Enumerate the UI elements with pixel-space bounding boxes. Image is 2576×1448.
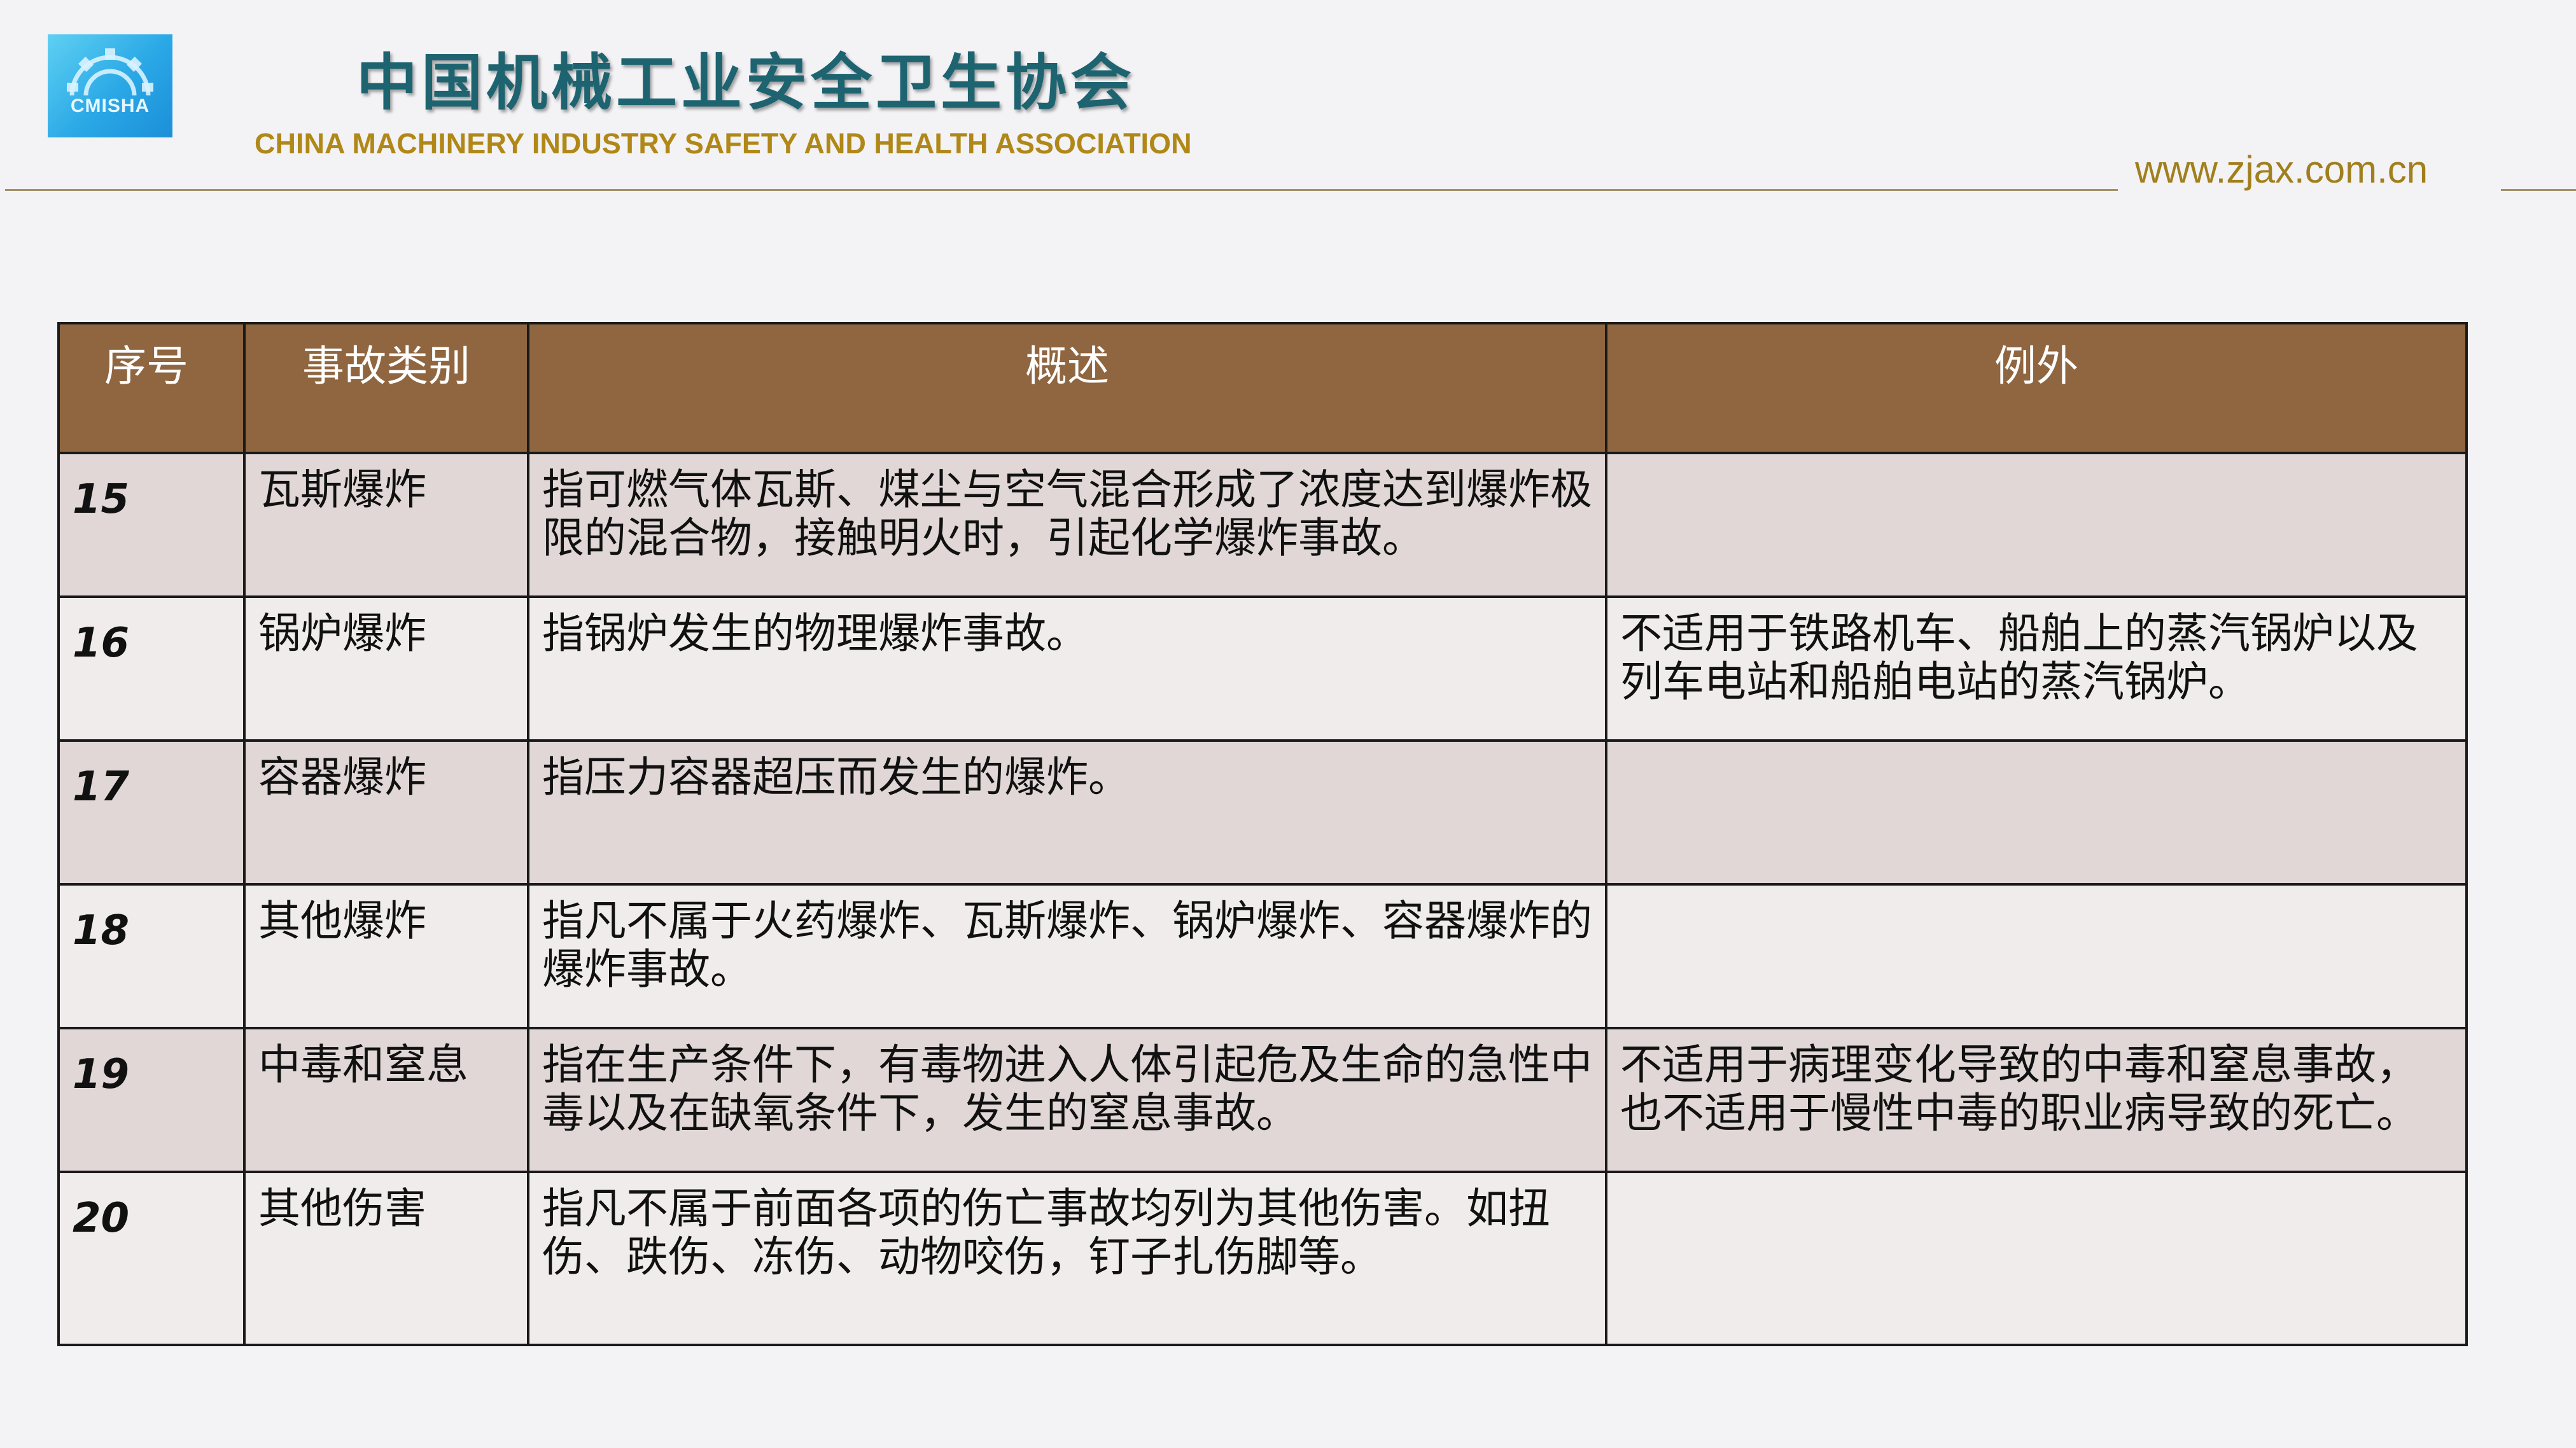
row-number: 17 — [57, 739, 246, 886]
row-category: 中毒和窒息 — [243, 1027, 529, 1173]
row-number: 18 — [57, 883, 246, 1029]
row-exception — [1605, 739, 2468, 886]
website-link[interactable]: www.zjax.com.cn — [2135, 148, 2428, 191]
row-category: 锅炉爆炸 — [243, 595, 529, 742]
table-row: 16 锅炉爆炸 指锅炉发生的物理爆炸事故。 不适用于铁路机车、船舶上的蒸汽锅炉以… — [57, 595, 2468, 742]
gear-icon — [67, 48, 153, 96]
accident-category-table: 序号 事故类别 概述 例外 15 瓦斯爆炸 指可燃气体瓦斯、煤尘与空气混合形成了… — [57, 322, 2468, 1346]
row-exception — [1605, 883, 2468, 1029]
row-summary: 指可燃气体瓦斯、煤尘与空气混合形成了浓度达到爆炸极限的混合物，接触明火时，引起化… — [527, 452, 1607, 598]
row-number: 19 — [57, 1027, 246, 1173]
row-summary: 指压力容器超压而发生的爆炸。 — [527, 739, 1607, 886]
row-number: 15 — [57, 452, 246, 598]
header-divider-left — [5, 189, 2118, 191]
header-cell-no: 序号 — [57, 322, 246, 454]
association-title-cn: 中国机械工业安全卫生协会 — [356, 46, 1135, 118]
row-summary: 指凡不属于火药爆炸、瓦斯爆炸、锅炉爆炸、容器爆炸的爆炸事故。 — [527, 883, 1607, 1029]
table-row: 19 中毒和窒息 指在生产条件下，有毒物进入人体引起危及生命的急性中毒以及在缺氧… — [57, 1027, 2468, 1173]
row-exception: 不适用于铁路机车、船舶上的蒸汽锅炉以及列车电站和船舶电站的蒸汽锅炉。 — [1605, 595, 2468, 742]
table-row: 20 其他伤害 指凡不属于前面各项的伤亡事故均列为其他伤害。如扭伤、跌伤、冻伤、… — [57, 1171, 2468, 1346]
row-summary: 指锅炉发生的物理爆炸事故。 — [527, 595, 1607, 742]
table-header-row: 序号 事故类别 概述 例外 — [57, 322, 2468, 454]
row-category: 其他伤害 — [243, 1171, 529, 1346]
row-summary: 指在生产条件下，有毒物进入人体引起危及生命的急性中毒以及在缺氧条件下，发生的窒息… — [527, 1027, 1607, 1173]
row-number: 20 — [57, 1171, 246, 1346]
row-category: 其他爆炸 — [243, 883, 529, 1029]
row-exception-text: 不适用于病理变化导致的中毒和窒息事故，也不适用于慢性中毒的职业病导致的死亡。 — [1620, 1041, 2418, 1138]
table-row: 15 瓦斯爆炸 指可燃气体瓦斯、煤尘与空气混合形成了浓度达到爆炸极限的混合物，接… — [57, 452, 2468, 598]
row-category: 容器爆炸 — [243, 739, 529, 886]
row-number: 16 — [57, 595, 246, 742]
header-divider-right — [2501, 189, 2576, 191]
row-exception: 不适用于病理变化导致的中毒和窒息事故，也不适用于慢性中毒的职业病导致的死亡。 — [1605, 1027, 2468, 1173]
row-category: 瓦斯爆炸 — [243, 452, 529, 598]
association-title-en: CHINA MACHINERY INDUSTRY SAFETY AND HEAL… — [255, 127, 1192, 160]
table-row: 17 容器爆炸 指压力容器超压而发生的爆炸。 — [57, 739, 2468, 886]
table-row: 18 其他爆炸 指凡不属于火药爆炸、瓦斯爆炸、锅炉爆炸、容器爆炸的爆炸事故。 — [57, 883, 2468, 1029]
cmisha-logo: CMISHA — [48, 34, 172, 137]
header-cell-exception: 例外 — [1605, 322, 2468, 454]
logo-text: CMISHA — [70, 95, 150, 116]
row-exception — [1605, 1171, 2468, 1346]
header-cell-summary: 概述 — [527, 322, 1607, 454]
row-summary: 指凡不属于前面各项的伤亡事故均列为其他伤害。如扭伤、跌伤、冻伤、动物咬伤，钉子扎… — [527, 1171, 1607, 1346]
row-exception — [1605, 452, 2468, 598]
header-cell-category: 事故类别 — [243, 322, 529, 454]
